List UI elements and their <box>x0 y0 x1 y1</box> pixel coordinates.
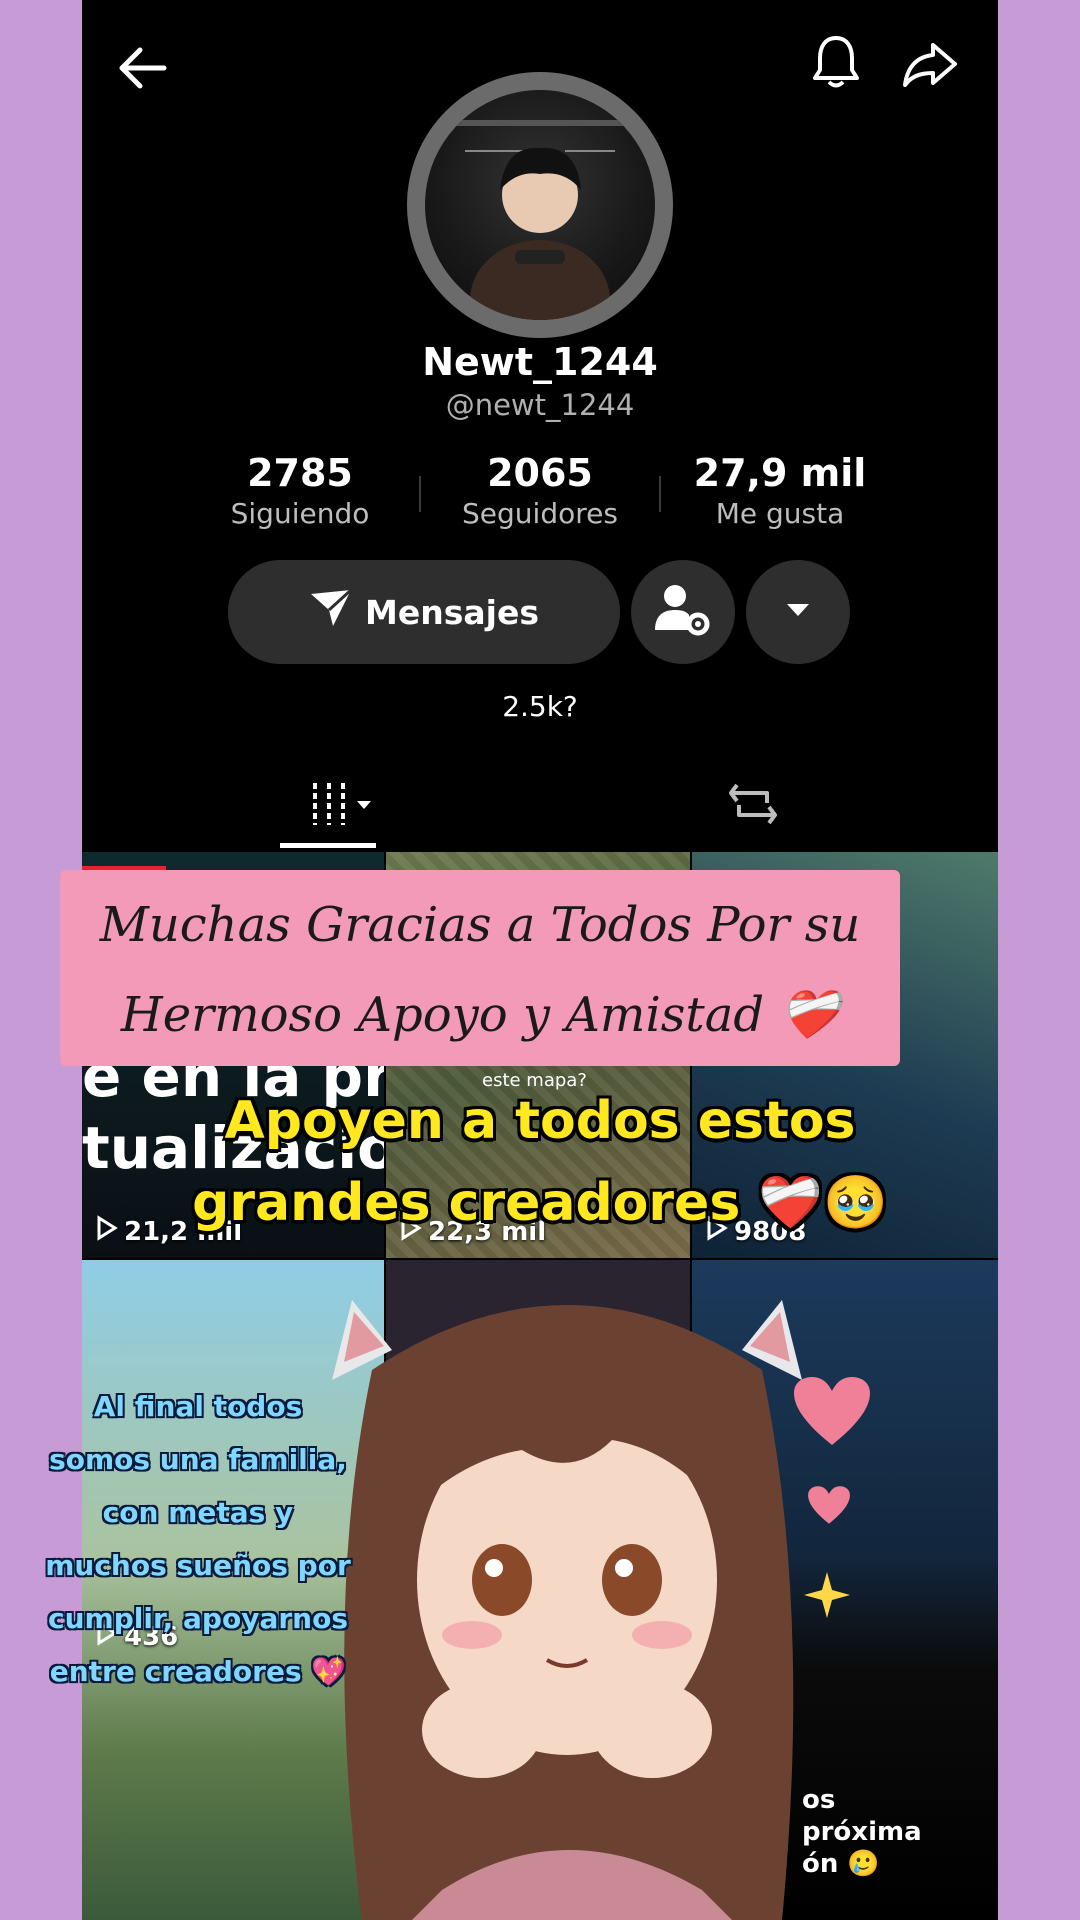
active-tab-indicator <box>280 843 376 848</box>
grid-icon <box>309 781 375 831</box>
back-arrow-icon[interactable] <box>110 36 174 100</box>
bell-icon[interactable] <box>804 30 868 94</box>
avatar[interactable] <box>425 90 655 320</box>
stat-followers[interactable]: 2065 Seguidores <box>420 450 660 532</box>
family-line: cumplir, apoyarnos <box>48 1602 348 1635</box>
messages-button[interactable]: Mensajes <box>228 560 620 664</box>
tab-reposts[interactable] <box>718 776 788 836</box>
bio-text: 2.5k? <box>502 690 578 723</box>
user-settings-button[interactable] <box>631 560 735 664</box>
anime-character-illustration <box>312 1250 832 1920</box>
display-name: Newt_1244 <box>422 340 658 384</box>
family-line: somos una familia, <box>49 1443 347 1476</box>
family-line: Al final todos <box>93 1390 303 1423</box>
share-icon[interactable] <box>898 32 962 96</box>
support-caption: Apoyen a todos estos grandes creadores ❤… <box>0 1080 1080 1244</box>
content-tabs <box>82 770 998 850</box>
thanks-line-1: Muchas Gracias a Todos Por su <box>99 897 861 953</box>
support-line-2: grandes creadores ❤️‍🩹🥹 <box>192 1173 888 1233</box>
stat-label: Seguidores <box>462 497 618 530</box>
stat-value: 27,9 mil <box>693 451 867 495</box>
stat-label: Siguiendo <box>230 497 370 530</box>
send-icon <box>309 588 353 636</box>
user-settings-icon <box>653 582 713 642</box>
stat-following[interactable]: 2785 Siguiendo <box>180 450 420 532</box>
thanks-banner-text: Muchas Gracias a Todos Por su Hermoso Ap… <box>60 880 900 1060</box>
username-handle: @newt_1244 <box>445 388 635 422</box>
heart-icon <box>807 1485 851 1529</box>
messages-label: Mensajes <box>365 592 539 632</box>
family-line: con metas y <box>102 1496 294 1529</box>
repost-icon <box>727 781 779 831</box>
more-dropdown-button[interactable] <box>746 560 850 664</box>
thanks-line-2: Hermoso Apoyo y Amistad ❤️‍🩹 <box>120 987 840 1043</box>
dropdown-icon <box>785 602 811 622</box>
support-line-1: Apoyen a todos estos <box>224 1091 856 1151</box>
stat-value: 2785 <box>247 451 353 495</box>
stat-value: 2065 <box>487 451 593 495</box>
stat-likes[interactable]: 27,9 mil Me gusta <box>660 450 900 532</box>
family-line: muchos sueños por <box>45 1549 351 1582</box>
family-line: entre creadores 💖 <box>49 1655 347 1688</box>
heart-icon <box>792 1375 872 1451</box>
family-caption: Al final todos somos una familia, con me… <box>24 1380 372 1698</box>
tab-videos[interactable] <box>304 776 380 836</box>
stat-label: Me gusta <box>715 497 845 530</box>
